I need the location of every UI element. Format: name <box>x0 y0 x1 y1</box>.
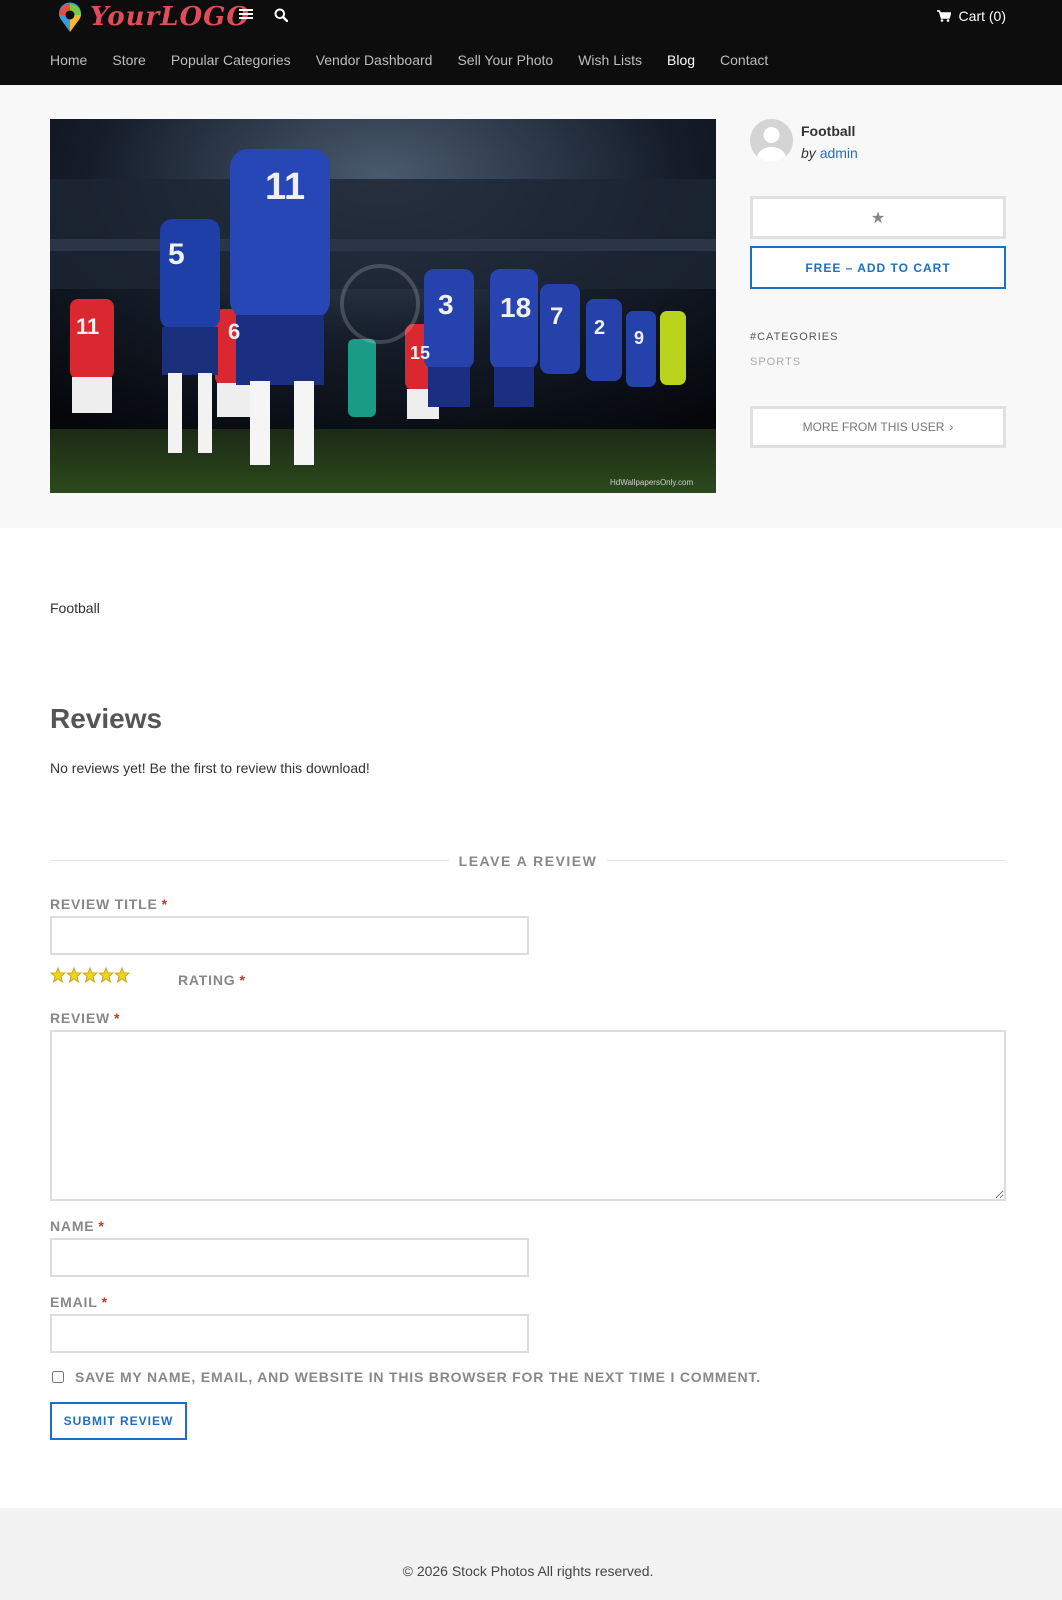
leave-review-heading: LEAVE A REVIEW <box>449 853 607 869</box>
avatar[interactable] <box>750 119 793 162</box>
shopping-cart-icon <box>936 10 951 22</box>
nav-item-vendor-dashboard[interactable]: Vendor Dashboard <box>316 52 433 68</box>
image-watermark: HdWallpapersOnly.com <box>610 478 693 487</box>
rating-star-icon[interactable] <box>66 967 82 983</box>
email-input[interactable] <box>50 1314 529 1353</box>
reviews-title: Reviews <box>50 703 163 734</box>
user-silhouette-icon <box>756 127 787 162</box>
review-label: REVIEW * <box>50 1010 121 1026</box>
nav-item-contact[interactable]: Contact <box>720 52 768 68</box>
save-info-consent[interactable]: SAVE MY NAME, EMAIL, AND WEBSITE IN THIS… <box>50 1369 761 1385</box>
star-icon: ★ <box>870 209 886 227</box>
rating-star-icon[interactable] <box>98 967 114 983</box>
nav-item-sell-your-photo[interactable]: Sell Your Photo <box>457 52 553 68</box>
product-title: Football <box>801 123 856 139</box>
search-icon[interactable] <box>273 8 289 24</box>
svg-text:15: 15 <box>410 343 430 363</box>
nav-item-wish-lists[interactable]: Wish Lists <box>578 52 642 68</box>
rating-star-icon[interactable] <box>50 967 66 983</box>
hamburger-icon[interactable] <box>238 8 254 24</box>
category-link[interactable]: SPORTS <box>750 356 801 368</box>
svg-text:6: 6 <box>228 319 240 344</box>
author-block: Football by admin <box>750 119 1006 163</box>
save-info-checkbox[interactable] <box>52 1371 64 1383</box>
chevron-right-icon: › <box>949 420 954 434</box>
submit-review-button[interactable]: SUBMIT REVIEW <box>50 1402 187 1440</box>
name-label: NAME * <box>50 1218 105 1234</box>
no-reviews-text: No reviews yet! Be the first to review t… <box>50 760 370 776</box>
save-info-label: SAVE MY NAME, EMAIL, AND WEBSITE IN THIS… <box>75 1369 761 1385</box>
rating-label: RATING * <box>178 972 246 988</box>
favorite-button[interactable]: ★ <box>750 196 1006 239</box>
svg-text:18: 18 <box>500 292 531 323</box>
more-from-user-label: MORE FROM THIS USER <box>802 420 945 434</box>
svg-text:11: 11 <box>76 314 99 339</box>
site-header: YourLOGO Cart (0) Home Store Popular Cat… <box>0 0 1062 85</box>
nav-item-popular-categories[interactable]: Popular Categories <box>171 52 291 68</box>
product-sidebar: Football by admin ★ FREE – ADD TO CART #… <box>750 119 1006 448</box>
add-to-cart-button[interactable]: FREE – ADD TO CART <box>750 246 1006 289</box>
svg-text:2: 2 <box>594 317 605 339</box>
nav-item-store[interactable]: Store <box>112 52 145 68</box>
more-from-user-button[interactable]: MORE FROM THIS USER › <box>750 406 1006 448</box>
product-image[interactable]: 11 5 11 6 3 18 7 2 9 15 HdWallpapersOnly… <box>50 119 716 493</box>
nav-item-home[interactable]: Home <box>50 52 87 68</box>
product-description: Football <box>50 600 100 616</box>
name-input[interactable] <box>50 1238 529 1277</box>
copyright-text: © 2026 Stock Photos All rights reserved. <box>402 1563 654 1579</box>
svg-text:5: 5 <box>168 238 185 271</box>
review-textarea[interactable] <box>50 1030 1006 1201</box>
cart-link[interactable]: Cart (0) <box>936 8 1006 24</box>
author-link[interactable]: admin <box>820 145 858 161</box>
logo[interactable]: YourLOGO <box>56 0 250 34</box>
categories-heading: #CATEGORIES <box>750 331 839 343</box>
nav-item-blog[interactable]: Blog <box>667 52 695 68</box>
svg-text:3: 3 <box>438 289 454 320</box>
email-label: EMAIL * <box>50 1294 108 1310</box>
svg-text:9: 9 <box>634 328 644 348</box>
svg-text:7: 7 <box>550 303 563 330</box>
rating-stars[interactable] <box>50 967 130 983</box>
cart-label: Cart (0) <box>958 8 1006 24</box>
review-title-label: REVIEW TITLE * <box>50 896 168 912</box>
product-section: 11 5 11 6 3 18 7 2 9 15 HdWallpapersOnly… <box>0 85 1062 528</box>
logo-text: YourLOGO <box>90 2 251 32</box>
logo-pin-icon <box>56 1 84 33</box>
svg-text:11: 11 <box>265 166 305 208</box>
site-footer: © 2026 Stock Photos All rights reserved. <box>0 1508 1062 1600</box>
review-title-input[interactable] <box>50 916 529 955</box>
main-nav: Home Store Popular Categories Vendor Das… <box>50 52 793 68</box>
rating-star-icon[interactable] <box>82 967 98 983</box>
by-label: by <box>801 145 816 161</box>
rating-star-icon[interactable] <box>114 967 130 983</box>
